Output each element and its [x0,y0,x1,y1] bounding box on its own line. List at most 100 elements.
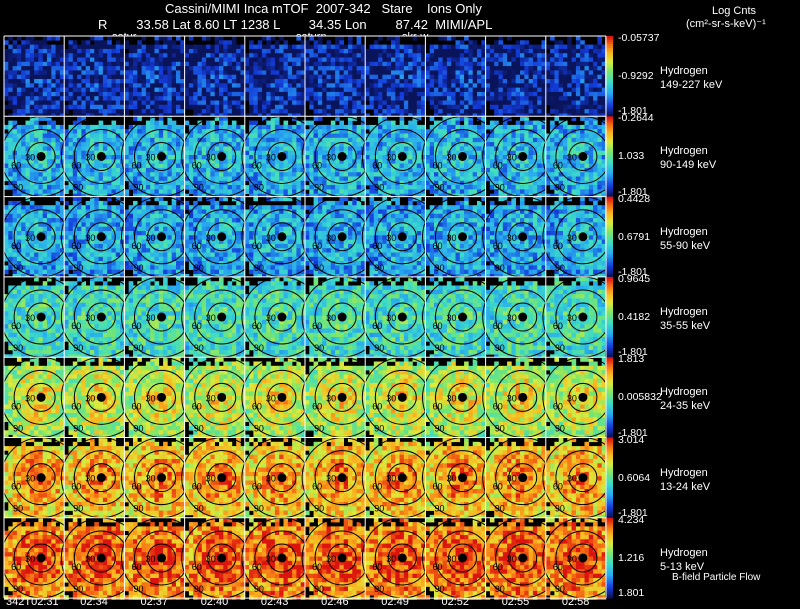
ring-label-30: 30 [567,393,577,403]
ring-label-30: 30 [206,554,216,564]
ring-label-30: 30 [266,233,276,243]
ring-label-60: 60 [71,241,81,251]
ring-label-30: 30 [25,152,35,162]
ring-label-90: 90 [435,182,445,192]
ring-label-30: 30 [266,393,276,403]
species-label: Hydrogen [660,65,708,77]
ring-label-60: 60 [433,482,443,492]
ring-label-90: 90 [495,343,505,353]
ring-label-60: 60 [312,401,322,411]
ring-label-90: 90 [73,182,83,192]
ring-label-30: 30 [206,233,216,243]
ring-label-60: 60 [192,482,202,492]
ring-label-60: 60 [132,401,142,411]
ring-label-60: 60 [312,482,322,492]
colorbar-mid-value: 0.6791 [618,230,651,243]
ring-label-90: 90 [314,423,324,433]
ring-label-90: 90 [314,584,324,594]
ring-label-30: 30 [567,474,577,484]
species-label: Hydrogen [660,386,708,399]
colorbar-mid-value: 1.033 [618,150,645,163]
ring-label-60: 60 [11,562,21,572]
ring-label-90: 90 [314,504,324,514]
ring-label-60: 60 [11,321,21,331]
ring-label-30: 30 [146,313,156,323]
ring-label-90: 90 [134,423,144,433]
ring-label-60: 60 [132,482,142,492]
species-label: Hydrogen [660,466,708,479]
ring-label-30: 30 [567,152,577,162]
ring-label-30: 30 [85,554,95,564]
energy-range-label: 90-149 keV [660,159,717,172]
ring-label-90: 90 [435,423,445,433]
energy-row: 30 60 90 30 60 90 30 60 90 30 60 90 30 60 90 30 60 90 30 60… [0,115,624,199]
colorbar-mid-value: 0.4182 [618,311,651,324]
ring-label-90: 90 [13,504,23,514]
ring-label-30: 30 [206,393,216,403]
ring-label-30: 30 [25,474,35,484]
species-label: Hydrogen [660,546,708,559]
ring-label-30: 30 [326,313,336,323]
ring-label-90: 90 [314,182,324,192]
ring-label-30: 30 [266,474,276,484]
ring-label-90: 90 [495,504,505,514]
ring-label-90: 90 [555,182,565,192]
ring-label-60: 60 [11,482,21,492]
ring-label-90: 90 [435,584,445,594]
ring-label-90: 90 [134,182,144,192]
ring-label-60: 60 [553,321,563,331]
image-panel [4,36,69,118]
ring-label-60: 60 [71,321,81,331]
colorbar-max-value: 1.813 [618,353,645,366]
ring-label-90: 90 [254,584,264,594]
ring-label-90: 90 [555,504,565,514]
species-label: Hydrogen [660,145,708,158]
ring-label-60: 60 [372,241,382,251]
ring-label-90: 90 [13,343,23,353]
ring-label-90: 90 [134,343,144,353]
ring-label-90: 90 [435,343,445,353]
ring-label-30: 30 [386,393,396,403]
colorbar-max-value: 3.014 [618,433,645,446]
colorbar-mid-value: 0.005832 [618,391,662,404]
energy-range-label: 35-55 keV [660,319,711,332]
ring-label-90: 90 [254,423,264,433]
energy-range-label: 149-227 keV [660,79,723,91]
ring-label-90: 90 [435,504,445,514]
ring-label-30: 30 [146,554,156,564]
ring-label-90: 90 [254,182,264,192]
ring-label-60: 60 [433,401,443,411]
ring-label-60: 60 [493,562,503,572]
ring-label-30: 30 [146,393,156,403]
ring-label-90: 90 [374,423,384,433]
ring-label-60: 60 [372,562,382,572]
ring-label-30: 30 [386,233,396,243]
ring-label-60: 60 [192,562,202,572]
ring-label-90: 90 [13,263,23,273]
ring-label-60: 60 [71,160,81,170]
ring-label-30: 30 [25,393,35,403]
ring-label-30: 30 [85,313,95,323]
time-label: 02:43 [260,596,289,608]
energy-range-label: 55-90 keV [660,239,711,252]
ring-label-90: 90 [194,263,204,273]
ring-label-30: 30 [567,313,577,323]
ring-label-90: 90 [374,182,384,192]
ring-label-90: 90 [73,263,83,273]
ring-label-30: 30 [326,233,336,243]
ring-label-60: 60 [312,160,322,170]
ring-label-30: 30 [567,554,577,564]
ring-label-90: 90 [194,584,204,594]
image-panel [485,36,551,118]
ring-label-60: 60 [71,401,81,411]
ring-label-60: 60 [252,401,262,411]
colorbar-max-value: 0.4428 [618,192,651,205]
ring-label-90: 90 [555,263,565,273]
ring-label-60: 60 [493,241,503,251]
colorbar-max-value: -0.05737 [618,32,660,44]
ring-label-30: 30 [25,554,35,564]
ring-label-60: 60 [132,562,142,572]
ring-label-30: 30 [447,233,457,243]
ring-label-90: 90 [134,263,144,273]
ring-label-60: 60 [192,401,202,411]
